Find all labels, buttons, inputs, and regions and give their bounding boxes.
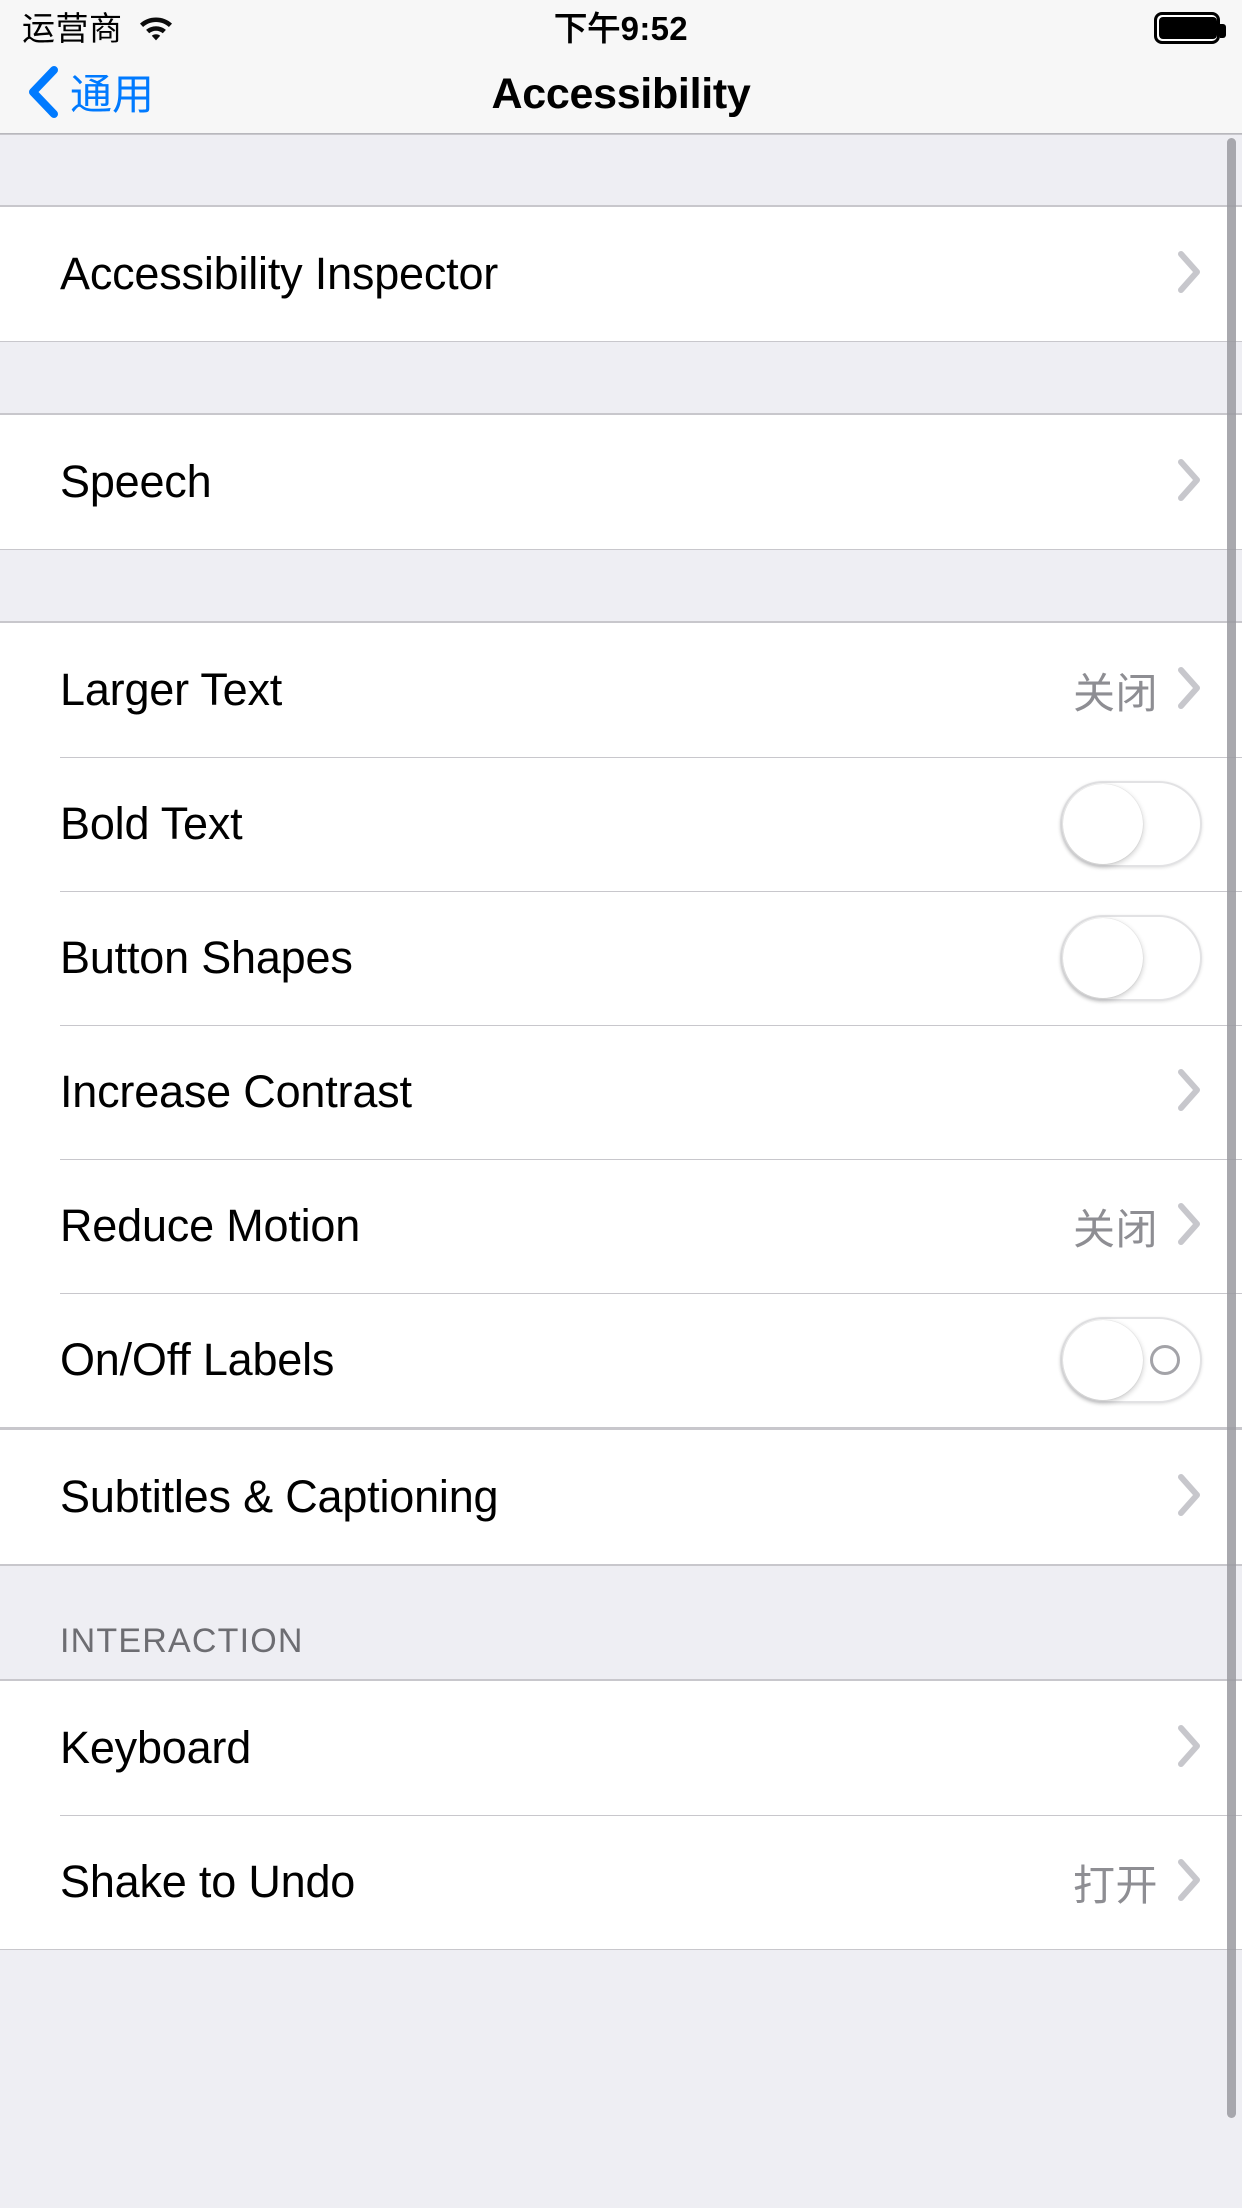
chevron-right-icon — [1176, 1202, 1202, 1251]
section-header: INTERACTION — [0, 1565, 1242, 1680]
row-speech[interactable]: Speech — [0, 415, 1242, 549]
status-bar-time: 下午9:52 — [554, 9, 688, 47]
section-spacer — [0, 134, 1242, 206]
row-value: 关闭 — [1072, 669, 1158, 717]
accessibility-settings-screen: 运营商 下午9:52 通用 Accessibility Accessibilit… — [0, 0, 1242, 2208]
row-increase-contrast[interactable]: Increase Contrast — [0, 1025, 1242, 1159]
row-accessory: 打开 — [1073, 1852, 1202, 1913]
section-spacer — [0, 342, 1242, 414]
switch-knob — [1063, 1320, 1143, 1400]
section-header-label: INTERACTION — [60, 1622, 304, 1660]
row-larger-text[interactable]: Larger Text 关闭 — [0, 623, 1242, 757]
row-bold-text[interactable]: Bold Text — [0, 757, 1242, 891]
row-reduce-motion[interactable]: Reduce Motion 关闭 — [0, 1159, 1242, 1293]
back-button-label: 通用 — [70, 70, 155, 118]
row-accessory — [1176, 1068, 1202, 1117]
chevron-right-icon — [1176, 1068, 1202, 1117]
chevron-right-icon — [1176, 1473, 1202, 1522]
wifi-icon — [137, 11, 175, 46]
row-accessory — [1060, 781, 1202, 867]
row-value: 打开 — [1072, 1861, 1158, 1909]
row-label: Reduce Motion — [60, 1200, 361, 1251]
row-accessory — [1060, 1317, 1202, 1403]
back-button[interactable]: 通用 — [0, 64, 154, 125]
row-accessory — [1176, 250, 1202, 299]
switch-knob — [1063, 918, 1143, 998]
settings-section: Larger Text 关闭 Bold Text Button Shapes Incre… — [0, 622, 1242, 1428]
carrier-label: 运营商 — [22, 9, 123, 47]
battery-full-icon — [1154, 12, 1226, 44]
settings-section: Speech — [0, 414, 1242, 550]
switch-off-label-icon — [1150, 1345, 1180, 1375]
row-on-off-labels[interactable]: On/Off Labels — [0, 1293, 1242, 1427]
chevron-right-icon — [1176, 666, 1202, 715]
switch-knob — [1063, 784, 1143, 864]
page-title-container: Accessibility — [0, 56, 1242, 133]
status-bar-right — [1154, 12, 1226, 44]
row-shake-to-undo[interactable]: Shake to Undo 打开 — [0, 1815, 1242, 1949]
row-accessory — [1176, 458, 1202, 507]
row-label: On/Off Labels — [60, 1334, 335, 1385]
row-label: Shake to Undo — [60, 1856, 356, 1907]
settings-section: Subtitles & Captioning — [0, 1429, 1242, 1565]
row-accessory: 关闭 — [1073, 1196, 1202, 1257]
status-bar-center: 下午9:52 — [0, 0, 1242, 56]
row-label: Accessibility Inspector — [60, 248, 499, 299]
section-spacer — [0, 550, 1242, 622]
chevron-right-icon — [1176, 458, 1202, 507]
status-bar: 运营商 下午9:52 — [0, 0, 1242, 56]
row-accessory — [1176, 1724, 1202, 1773]
chevron-right-icon — [1176, 250, 1202, 299]
settings-list[interactable]: Accessibility Inspector Speech Larger Text… — [0, 134, 1242, 2208]
row-label: Button Shapes — [60, 932, 353, 983]
on-off-labels-switch[interactable] — [1060, 1317, 1202, 1403]
row-subtitles-captioning[interactable]: Subtitles & Captioning — [0, 1430, 1242, 1564]
chevron-right-icon — [1176, 1724, 1202, 1773]
row-label: Bold Text — [60, 798, 243, 849]
button-shapes-switch[interactable] — [1060, 915, 1202, 1001]
page-title: Accessibility — [491, 70, 751, 118]
settings-section: Accessibility Inspector — [0, 206, 1242, 342]
navigation-bar: 通用 Accessibility — [0, 56, 1242, 134]
status-bar-left: 运营商 — [22, 11, 175, 46]
row-label: Subtitles & Captioning — [60, 1471, 499, 1522]
row-accessory: 关闭 — [1073, 660, 1202, 721]
row-label: Larger Text — [60, 664, 283, 715]
chevron-right-icon — [1176, 1858, 1202, 1907]
row-button-shapes[interactable]: Button Shapes — [0, 891, 1242, 1025]
row-label: Increase Contrast — [60, 1066, 412, 1117]
row-value: 关闭 — [1072, 1205, 1158, 1253]
row-label: Speech — [60, 456, 212, 507]
row-keyboard[interactable]: Keyboard — [0, 1681, 1242, 1815]
row-accessibility-inspector[interactable]: Accessibility Inspector — [0, 207, 1242, 341]
row-label: Keyboard — [60, 1722, 252, 1773]
row-accessory — [1176, 1473, 1202, 1522]
chevron-left-icon — [26, 64, 60, 125]
bold-text-switch[interactable] — [1060, 781, 1202, 867]
vertical-scrollbar[interactable] — [1227, 138, 1236, 2118]
settings-section: Keyboard Shake to Undo 打开 — [0, 1680, 1242, 1950]
row-accessory — [1060, 915, 1202, 1001]
